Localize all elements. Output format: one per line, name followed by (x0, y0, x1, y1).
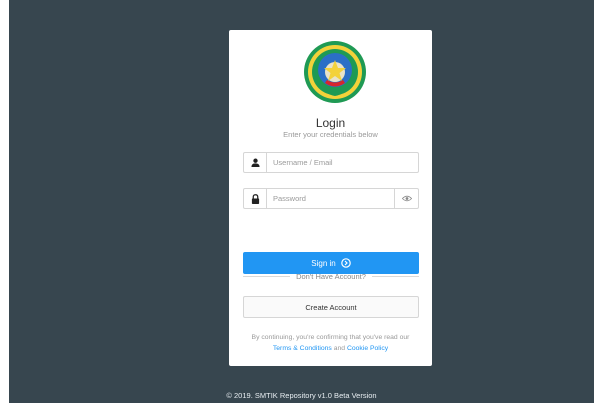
account-divider: Don't Have Account? (243, 271, 419, 281)
user-icon (244, 153, 267, 172)
create-account-button[interactable]: Create Account (243, 296, 419, 318)
terms-link[interactable]: Terms & Conditions (273, 345, 332, 352)
school-logo (304, 41, 366, 103)
page-background: Login Enter your credentials below Usern… (9, 0, 594, 403)
footer-copyright: © 2019. SMTIK Repository v1.0 Beta Versi… (226, 391, 377, 400)
terms-notice: By continuing, you're confirming that yo… (239, 332, 422, 354)
create-account-label: Create Account (305, 302, 357, 312)
divider-line-left (243, 275, 291, 277)
eye-icon[interactable] (394, 189, 418, 208)
terms-prefix: By continuing, you're confirming that yo… (251, 334, 410, 341)
arrow-circle-right-icon (340, 258, 351, 268)
password-field[interactable] (243, 188, 419, 209)
lock-icon (244, 189, 267, 208)
sign-in-label: Sign in (311, 258, 336, 268)
cookie-policy-link[interactable]: Cookie Policy (347, 345, 388, 352)
username-field[interactable] (243, 152, 419, 173)
login-card: Login Enter your credentials below Usern… (229, 30, 432, 366)
divider-line-right (371, 275, 419, 277)
terms-and: and (333, 345, 346, 352)
divider-text: Don't Have Account? (296, 271, 366, 281)
username-input[interactable] (273, 153, 393, 172)
login-title: Login (315, 116, 346, 130)
login-subtitle: Enter your credentials below (283, 130, 378, 139)
password-input[interactable] (273, 189, 393, 208)
